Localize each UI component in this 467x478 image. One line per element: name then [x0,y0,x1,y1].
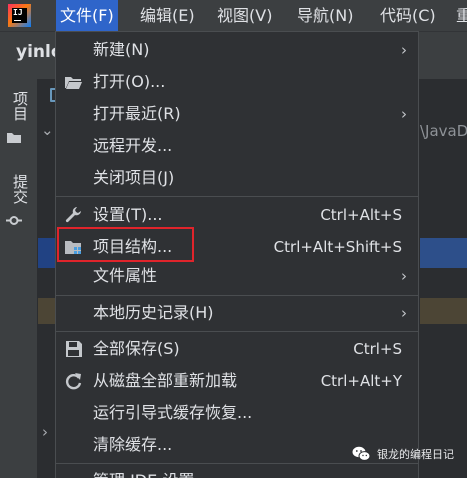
reload-icon [65,373,82,390]
menu-item-close-project[interactable]: 关闭项目(J) [56,162,418,194]
annotation-highlight-box [57,227,194,262]
menu-item-save-all[interactable]: 全部保存(S) Ctrl+S [56,333,418,365]
watermark-text: 银龙的编程日记 [377,448,454,461]
highlighted-row-edge-right [420,298,467,324]
wechat-icon [352,446,371,461]
menu-item-label: 从磁盘全部重新加载 [93,371,238,390]
collapse-arrow-icon[interactable]: › [42,423,48,441]
menu-item-shortcut: Ctrl+Alt+Y [320,372,402,390]
menu-item-label: 清除缓存... [93,435,173,454]
selected-row-edge-right [420,238,467,268]
menu-code[interactable]: 代码(C) [376,0,440,31]
menu-item-label: 运行引导式缓存恢复... [93,403,253,422]
menu-item-local-history[interactable]: 本地历史记录(H) › [56,297,418,329]
menu-item-label: 关闭项目(J) [93,168,175,187]
menu-item-new[interactable]: 新建(N) › [56,34,418,66]
menu-view[interactable]: 视图(V) [213,0,276,31]
menu-item-label: 管理 IDE 设置 [93,465,194,478]
submenu-arrow-icon: › [401,105,407,123]
expand-arrow-icon[interactable]: ⌄ [41,121,54,139]
menu-item-cache-recovery[interactable]: 运行引导式缓存恢复... [56,397,418,429]
menu-file[interactable]: 文件(F) [56,0,118,31]
project-tool-tab[interactable]: 项目 [3,91,31,121]
menu-separator [56,295,418,296]
menu-item-shortcut: Ctrl+S [353,340,402,358]
menu-item-label: 新建(N) [93,40,150,59]
folder-open-icon [65,77,82,89]
selected-row-edge [38,238,56,268]
submenu-arrow-icon: › [401,267,407,285]
highlighted-row-edge [38,298,56,324]
commit-icon [6,216,22,225]
menu-item-shortcut: Ctrl+Alt+S [320,206,402,224]
menu-item-reload-from-disk[interactable]: 从磁盘全部重新加载 Ctrl+Alt+Y [56,365,418,397]
menu-item-remote-dev[interactable]: 远程开发... [56,130,418,162]
main-menubar: IJ 文件(F) 编辑(E) 视图(V) 导航(N) 代码(C) 重 [0,0,467,31]
menu-separator [56,196,418,197]
menu-item-manage-ide-settings[interactable]: 管理 IDE 设置 › [56,465,418,478]
tool-window-strip: 项目 提交 [0,79,38,478]
folder-icon [7,133,21,143]
menu-navigate[interactable]: 导航(N) [293,0,357,31]
intellij-logo-icon[interactable]: IJ [8,4,31,27]
submenu-arrow-icon: › [401,304,407,322]
menu-item-open[interactable]: 打开(O)... [56,66,418,98]
submenu-arrow-icon: › [401,41,407,59]
watermark: 银龙的编程日记 [352,444,454,464]
menu-item-file-properties[interactable]: 文件属性 › [56,260,418,292]
commit-tool-tab[interactable]: 提交 [3,174,31,204]
menu-edit[interactable]: 编辑(E) [136,0,199,31]
menu-item-label: 本地历史记录(H) [93,303,214,322]
menu-item-label: 打开最近(R) [93,104,181,123]
wrench-icon [65,207,81,223]
submenu-arrow-icon: › [401,465,407,478]
editor-path-fragment: \JavaD [420,122,467,140]
menu-item-label: 远程开发... [93,136,173,155]
menu-separator [56,331,418,332]
menu-item-shortcut: Ctrl+Alt+Shift+S [273,238,402,256]
menu-refactor[interactable]: 重 [452,0,467,31]
menu-item-open-recent[interactable]: 打开最近(R) › [56,98,418,130]
save-icon [66,341,82,357]
menu-item-label: 全部保存(S) [93,339,180,358]
menu-item-label: 文件属性 [93,266,158,285]
menu-item-label: 打开(O)... [93,72,166,91]
